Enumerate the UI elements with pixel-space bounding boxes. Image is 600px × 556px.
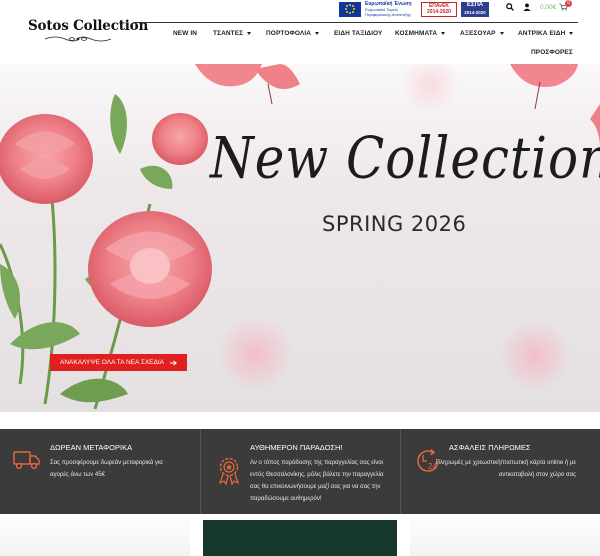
promo-tile-left[interactable] [0,520,190,556]
hero-subtitle: SPRING 2026 [322,212,467,236]
site-header: Sotos Collection Ευρωπαϊκή Ένωση Ευρωπαϊ… [0,0,600,64]
chevron-down-icon [499,31,504,35]
nav-label: ΑΞΕΣΟΥΑΡ [460,30,496,37]
cart-count-badge: 0 [565,0,573,7]
nav-item-wallets[interactable]: ΠΟΡΤΟΦΟΛΙΑ [266,30,320,37]
nav-item-offers[interactable]: ΠΡΟΣΦΟΡΕΣ [531,49,573,56]
feature-free-shipping: ΔΩΡΕΑΝ ΜΕΤΑΦΟΡΙΚΑ Σας προσφέρουμε δωρεάν… [0,429,200,514]
truck-icon [13,451,40,470]
espa-logo: ΕΣΠΑ 2014-2020 [461,1,489,17]
feature-same-day-delivery: ΑΥΘΗΜΕΡΟΝ ΠΑΡΑΔΟΣΗ! Αν ο τόπος παράδοσης… [200,429,400,514]
hero-banner[interactable]: New Collection SPRING 2026 ΑΝΑΚΑΛΥΨΕ ΟΛΑ… [0,64,600,412]
features-bar: ΔΩΡΕΑΝ ΜΕΤΑΦΟΡΙΚΑ Σας προσφέρουμε δωρεάν… [0,429,600,514]
nav-label: ΠΟΡΤΟΦΟΛΙΑ [266,30,312,37]
main-nav: NEW IN ΤΣΑΝΤΕΣ ΠΟΡΤΟΦΟΛΙΑ ΕΙΔΗ ΤΑΞΙΔΙΟΥ … [133,28,578,64]
header-divider [133,22,578,23]
feature-title: ΑΥΘΗΜΕΡΟΝ ΠΑΡΑΔΟΣΗ! [250,443,343,452]
logo-flourish-icon [44,36,112,42]
promo-tile-center[interactable] [203,520,397,556]
feature-text: Πληρωμές με χρεωστική/πιστωτική κάρτα on… [435,460,576,478]
nav-label: ΠΡΟΣΦΟΡΕΣ [531,49,573,56]
nav-label: ΑΝΤΡΙΚΑ ΕΙΔΗ [518,30,566,37]
nav-item-mens[interactable]: ΑΝΤΡΙΚΑ ΕΙΔΗ [518,30,574,37]
award-badge-icon [218,457,240,485]
nav-item-jewelry[interactable]: ΚΟΣΜΗΜΑΤΑ [395,30,446,37]
nav-label: ΚΟΣΜΗΜΑΤΑ [395,30,438,37]
search-icon[interactable] [506,3,514,11]
espa-name: ΕΣΠΑ [466,1,484,8]
hero-title: New Collection [210,124,600,192]
nav-label: ΤΣΑΝΤΕΣ [213,30,244,37]
discover-collection-button[interactable]: ΑΝΑΚΑΛΥΨΕ ΟΛΑ ΤΑ ΝΕΑ ΣΧΕΔΙΑ [50,354,188,371]
user-account-icon[interactable] [523,3,531,11]
epanek-period: 2014-2020 [427,8,451,15]
chevron-down-icon [441,31,446,35]
eu-funding-banner: Ευρωπαϊκή Ένωση Ευρωπαϊκό Ταμείο Περιφερ… [339,0,497,18]
feature-secure-payments: 24 ΑΣΦΑΛΕΙΣ ΠΛΗΡΩΜΕΣ Πληρωμές με χρεωστι… [400,429,600,514]
arrow-right-icon [170,359,177,366]
epanek-logo: ΕΠΑνΕΚ 2014-2020 [421,1,457,17]
feature-title: ΔΩΡΕΑΝ ΜΕΤΑΦΟΡΙΚΑ [50,443,133,452]
page: Sotos Collection Ευρωπαϊκή Ένωση Ευρωπαϊ… [0,0,600,556]
nav-item-travel[interactable]: ΕΙΔΗ ΤΑΞΙΔΙΟΥ [334,30,382,37]
eu-flag-icon [339,1,361,17]
promo-tile-right[interactable] [410,520,600,556]
brand-name: Sotos Collection [28,18,149,34]
eu-subtitle: Ευρωπαϊκό Ταμείο Περιφερειακής Ανάπτυξης [365,6,411,17]
brand-logo[interactable]: Sotos Collection [28,18,149,43]
nav-label: ΕΙΔΗ ΤΑΞΙΔΙΟΥ [334,30,383,37]
nav-label: NEW IN [173,30,198,37]
chevron-down-icon [315,31,320,35]
eu-text: Ευρωπαϊκή Ένωση Ευρωπαϊκό Ταμείο Περιφερ… [365,1,417,17]
feature-text: Αν ο τόπος παράδοσης της παραγγελίας σας… [250,460,384,502]
nav-item-new-in[interactable]: NEW IN [173,30,197,37]
nav-item-bags[interactable]: ΤΣΑΝΤΕΣ [213,30,252,37]
chevron-down-icon [247,31,252,35]
nav-item-accessories[interactable]: ΑΞΕΣΟΥΑΡ [460,30,504,37]
cart-button[interactable]: 0,00€ 0 [540,0,573,11]
feature-title: ΑΣΦΑΛΕΙΣ ΠΛΗΡΩΜΕΣ [449,443,531,452]
espa-period: 2014-2020 [464,9,486,15]
cart-total: 0,00€ [540,3,557,11]
chevron-down-icon [569,31,574,35]
feature-text: Σας προσφέρουμε δωρεάν μεταφορικά για αγ… [50,460,163,478]
cta-label: ΑΝΑΚΑΛΥΨΕ ΟΛΑ ΤΑ ΝΕΑ ΣΧΕΔΙΑ [60,359,165,366]
promo-tiles [0,514,600,556]
header-actions: 0,00€ 0 [506,0,573,11]
